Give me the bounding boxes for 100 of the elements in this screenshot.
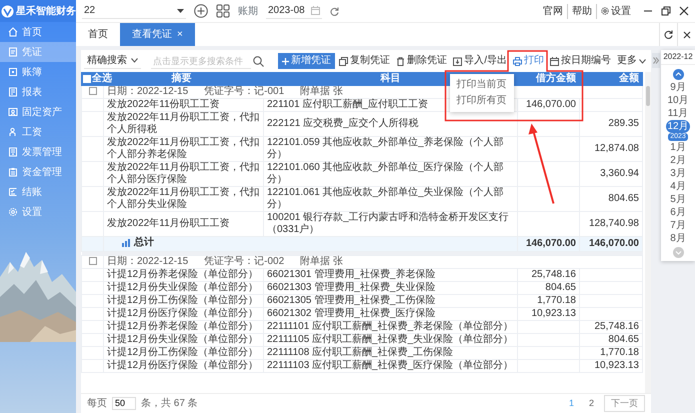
tab[interactable]: 查看凭证 × — [120, 23, 195, 46]
period-label: 账期 — [238, 4, 258, 18]
report-icon — [8, 87, 18, 97]
chevron-down-icon — [639, 58, 646, 64]
month-item[interactable]: 9月 — [667, 81, 689, 94]
table-cell: 计提12月份养老保险（单位部分） — [104, 268, 264, 282]
table-cell: 3,360.94 — [580, 162, 642, 186]
chevron-down-icon — [131, 58, 138, 63]
table-cell: 66021303 管理费用_社保费_失业保险 — [264, 282, 518, 294]
table-cell: 66021302 管理费用_社保费_医疗保险 — [264, 308, 518, 320]
page-size-label: 每页 — [87, 397, 107, 411]
table-cell: 发放2022年11月份职工工资，代扣个人部分医疗保险 — [104, 162, 264, 186]
menu-item[interactable]: 打印所有页 — [450, 93, 514, 109]
column-header: 借方金额 — [518, 72, 580, 86]
refresh-icon[interactable] — [330, 6, 339, 16]
table-cell: 146,070.00 — [518, 236, 580, 252]
month-item[interactable]: 11月 — [667, 107, 689, 120]
month-item[interactable]: 4月 — [667, 180, 689, 193]
toolbar-button[interactable]: 更多 — [615, 54, 648, 68]
collapse-handle[interactable] — [652, 53, 660, 68]
month-item[interactable]: 2月 — [667, 154, 689, 167]
table-cell: 122101.060 其他应收款_外部单位_医疗保险（个人部分） — [264, 162, 518, 186]
month-item[interactable]: 10月 — [667, 94, 689, 107]
table-cell: 发放2022年11月份职工工资，代扣个人所得税 — [104, 112, 264, 136]
table-cell: 222121 应交税费_应交个人所得税 — [264, 112, 518, 136]
period-title: 2022-12 — [661, 50, 695, 65]
month-item[interactable]: 8月 — [667, 232, 689, 245]
table-cell: 22111103 应付职工薪酬_社保费_医疗保险（单位部分） — [264, 360, 518, 372]
header-link[interactable]: 帮助 — [567, 4, 596, 18]
search-icon[interactable] — [253, 56, 264, 66]
table-cell: 计提12月份失业保险（单位部分） — [104, 282, 264, 294]
toolbar-button[interactable]: 复制凭证 — [337, 54, 392, 68]
month-item[interactable]: 7月 — [667, 219, 689, 232]
header-link[interactable]: 设置 — [596, 4, 635, 18]
voucher-info: 凭证字号：记-002 — [204, 256, 284, 267]
trash-icon — [396, 56, 406, 66]
id-card-icon — [8, 107, 18, 117]
toolbar-button[interactable]: 新增凭证 — [278, 53, 336, 69]
month-item[interactable]: 1月 — [667, 141, 689, 154]
table-cell: 22111105 应付职工薪酬_社保费_失业保险（单位部分） — [264, 334, 518, 346]
table-cell: 发放2022年11月份职工工资，代扣个人部分失业保险 — [104, 186, 264, 212]
table-cell: 计提12月份工伤保险（单位部分） — [104, 294, 264, 308]
account-name: 22 — [84, 4, 96, 18]
copy-icon — [339, 56, 348, 66]
table-cell: 122101.059 其他应收款_外部单位_养老保险（个人部分） — [264, 136, 518, 162]
page-size-field[interactable]: 50 — [112, 397, 136, 410]
column-header: 金额 — [580, 72, 642, 86]
close-icon[interactable] — [679, 6, 689, 16]
printer-icon — [513, 56, 522, 66]
calendar-icon — [550, 56, 559, 66]
person-icon — [8, 127, 18, 137]
bar-chart-icon — [122, 239, 130, 247]
page-link[interactable]: 2 — [584, 396, 599, 410]
clipboard-icon — [8, 167, 18, 177]
month-item[interactable]: 12月 — [666, 120, 690, 133]
table-cell: 22111101 应付职工薪酬_社保费_养老保险（单位部分） — [264, 320, 518, 334]
table-cell: 计提12月份失业保险（单位部分） — [104, 334, 264, 346]
period-field[interactable]: 2023-08 — [266, 3, 322, 19]
table-cell: 计提12月份工伤保险（单位部分） — [104, 346, 264, 360]
scroll-up-icon[interactable] — [672, 69, 684, 80]
row-checkbox[interactable] — [88, 87, 96, 96]
tab-close-button[interactable]: × — [177, 27, 183, 42]
month-item[interactable]: 5月 — [667, 193, 689, 206]
add-circle-icon[interactable] — [194, 4, 208, 18]
month-item[interactable]: 3月 — [667, 167, 689, 180]
table-cell: 25,748.16 — [518, 268, 580, 282]
toolbar-button[interactable]: 导入/导出 — [451, 54, 509, 68]
tab[interactable]: 首页 — [76, 23, 120, 46]
search-field[interactable]: 点击显示更多搜索条件 — [151, 54, 251, 68]
toolbar-button[interactable]: 打印 — [511, 54, 546, 68]
invoice-icon — [8, 147, 18, 157]
table-cell: 146,070.00 — [580, 236, 642, 252]
record-count: 条，共 67 条 — [141, 396, 198, 411]
gear-icon — [8, 207, 18, 217]
table-cell: 66021305 管理费用_社保费_工伤保险 — [264, 294, 518, 308]
header-link[interactable]: 官网 — [539, 4, 567, 18]
table-cell: 1,770.18 — [518, 294, 580, 308]
refresh-icon — [664, 30, 673, 39]
table-cell: 804.65 — [518, 282, 580, 294]
search-mode-dropdown[interactable]: 精确搜索 — [84, 54, 141, 68]
next-page-button[interactable]: 下一页 — [604, 394, 645, 412]
table-cell: 25,748.16 — [580, 320, 642, 334]
table-cell: 计提12月份医疗保险（单位部分） — [104, 360, 264, 372]
import-icon — [453, 56, 462, 66]
table-cell: 66021301 管理费用_社保费_养老保险 — [264, 268, 518, 282]
table-cell: 计提12月份养老保险（单位部分） — [104, 320, 264, 334]
scrollbar[interactable] — [645, 72, 651, 393]
month-item[interactable]: 6月 — [667, 206, 689, 219]
toolbar-button[interactable]: 按日期编号 — [548, 54, 613, 68]
settings-icon — [601, 7, 609, 15]
restore-icon[interactable] — [661, 6, 671, 16]
grid-icon[interactable] — [216, 4, 230, 18]
row-checkbox[interactable] — [88, 257, 96, 266]
home-icon — [8, 27, 18, 37]
table-cell: 发放2022年11月份职工工资，代扣个人部分养老保险 — [104, 136, 264, 162]
calendar-icon — [310, 6, 320, 15]
toolbar-button[interactable]: 删除凭证 — [394, 54, 450, 68]
table-cell: 1,770.18 — [580, 346, 642, 360]
account-dropdown[interactable]: 22 — [82, 3, 186, 19]
caret-icon — [177, 8, 184, 12]
